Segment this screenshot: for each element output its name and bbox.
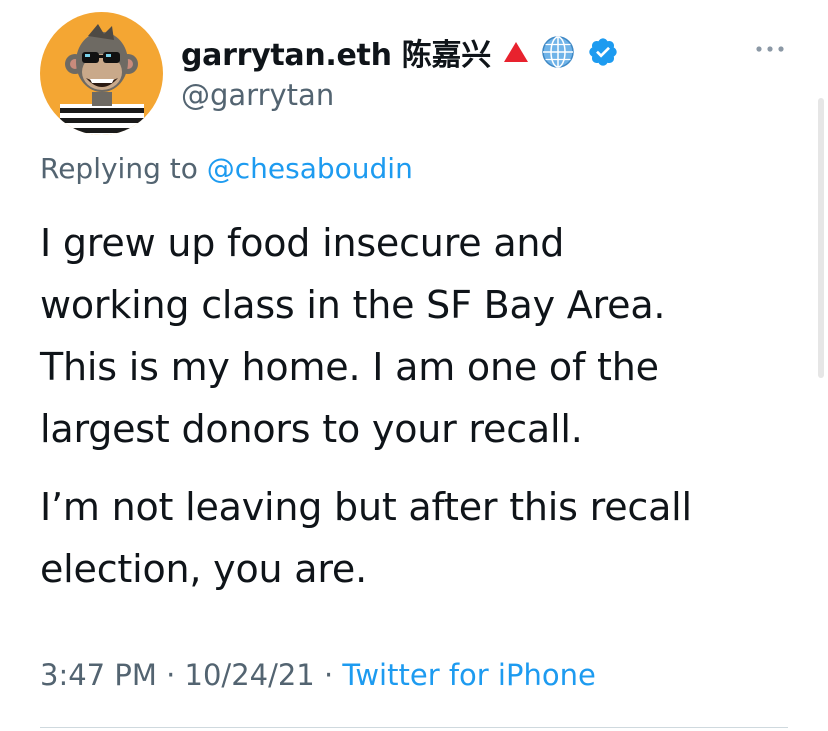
tweet-paragraph: I’m not leaving but after this recall el…	[40, 485, 692, 591]
tweet-text: I grew up food insecure and working clas…	[40, 212, 810, 616]
tweet-paragraph: I grew up food insecure and working clas…	[40, 221, 666, 451]
tweet-date[interactable]: 10/24/21	[185, 658, 315, 692]
ape-avatar-icon	[40, 12, 163, 135]
reply-mention-link[interactable]: @chesaboudin	[207, 152, 413, 185]
author-display-name[interactable]: garrytan.eth 陈嘉兴	[181, 30, 491, 74]
divider	[40, 727, 788, 728]
red-triangle-icon	[503, 40, 529, 64]
author-handle[interactable]: @garrytan	[181, 78, 334, 112]
meta-separator: ·	[166, 658, 176, 692]
globe-icon	[541, 35, 575, 69]
meta-separator: ·	[323, 658, 334, 692]
tweet-source-link[interactable]: Twitter for iPhone	[342, 658, 595, 692]
avatar[interactable]	[40, 12, 163, 135]
verified-badge-icon	[587, 36, 619, 68]
tweet-meta: 3:47 PM · 10/24/21 · Twitter for iPhone	[40, 658, 596, 692]
scrollbar[interactable]	[818, 98, 824, 378]
tweet-time[interactable]: 3:47 PM	[40, 658, 157, 692]
replying-to-label: Replying to	[40, 152, 198, 185]
author-name-row[interactable]: garrytan.eth 陈嘉兴	[181, 30, 619, 74]
replying-to-line: Replying to @chesaboudin	[40, 152, 413, 185]
more-options-icon[interactable]	[752, 34, 788, 64]
